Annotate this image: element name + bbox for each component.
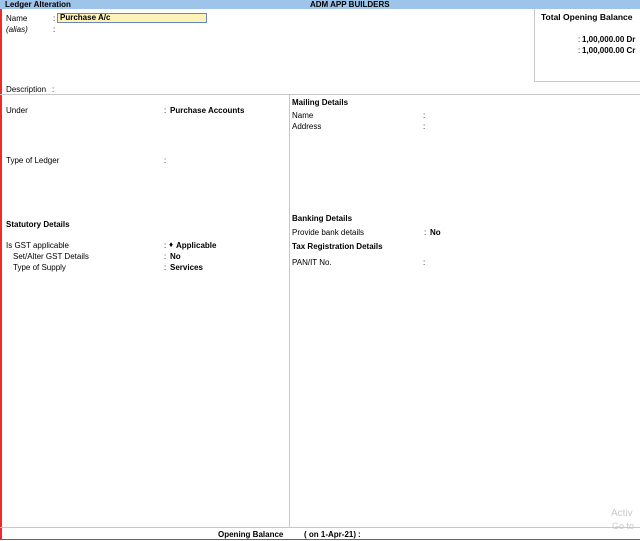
- set-alter-gst-colon: :: [164, 252, 167, 261]
- mailing-name-colon: :: [423, 111, 426, 120]
- pan-field[interactable]: [430, 257, 630, 267]
- opening-cr-colon: :: [578, 46, 581, 55]
- gst-applicable-label: Is GST applicable: [6, 241, 69, 250]
- type-of-supply-label: Type of Supply: [13, 263, 66, 272]
- type-of-supply-colon: :: [164, 263, 167, 272]
- footer-opening-balance-colon: :: [358, 530, 361, 539]
- title-bar: Ledger Alteration ADM APP BUILDERS: [0, 0, 640, 9]
- address-colon: :: [423, 122, 426, 131]
- type-of-ledger-field[interactable]: [170, 155, 280, 165]
- opening-cr-value: 1,00,000.00 Cr: [582, 46, 636, 55]
- provide-bank-details-value[interactable]: No: [430, 228, 441, 237]
- under-label: Under: [6, 106, 28, 115]
- name-colon: :: [53, 14, 56, 23]
- opening-dr-colon: :: [578, 35, 581, 44]
- activation-watermark-line1: Activ: [611, 508, 633, 519]
- total-opening-balance-title: Total Opening Balance: [541, 12, 633, 22]
- address-field[interactable]: [430, 121, 630, 131]
- description-label: Description: [6, 85, 47, 94]
- banking-details-title: Banking Details: [292, 214, 353, 223]
- pan-colon: :: [423, 258, 426, 267]
- alias-field[interactable]: [58, 24, 208, 34]
- name-label: Name: [6, 14, 28, 23]
- pan-label: PAN/IT No.: [292, 258, 332, 267]
- under-value[interactable]: Purchase Accounts: [170, 106, 244, 115]
- type-of-ledger-label: Type of Ledger: [6, 156, 60, 165]
- diamond-bullet-icon: ♦: [169, 240, 174, 249]
- set-alter-gst-label: Set/Alter GST Details: [13, 252, 89, 261]
- header-divider: [0, 94, 640, 95]
- alias-colon: :: [53, 25, 56, 34]
- provide-bank-details-label: Provide bank details: [292, 228, 365, 237]
- under-colon: :: [164, 106, 167, 115]
- opening-dr-value: 1,00,000.00 Dr: [582, 35, 636, 44]
- description-field[interactable]: [58, 84, 258, 94]
- gst-applicable-colon: :: [164, 241, 167, 250]
- footer-opening-balance-label: Opening Balance: [218, 530, 284, 539]
- company-name: ADM APP BUILDERS: [310, 0, 390, 9]
- address-label: Address: [292, 122, 322, 131]
- mailing-name-field[interactable]: [430, 110, 630, 120]
- tax-registration-title: Tax Registration Details: [292, 242, 383, 251]
- mailing-name-label: Name: [292, 111, 314, 120]
- type-of-ledger-colon: :: [164, 156, 167, 165]
- set-alter-gst-value[interactable]: No: [170, 252, 181, 261]
- footer-bar: Opening Balance ( on 1-Apr-21) :: [0, 527, 640, 541]
- alias-label: (alias): [6, 25, 28, 34]
- gst-applicable-value[interactable]: Applicable: [176, 241, 216, 250]
- opening-balance-field[interactable]: [366, 529, 466, 539]
- ledger-name-value: Purchase A/c: [60, 13, 111, 22]
- footer-opening-balance-date: ( on 1-Apr-21): [304, 530, 356, 539]
- description-colon: :: [52, 85, 55, 94]
- type-of-supply-value[interactable]: Services: [170, 263, 203, 272]
- column-divider: [289, 94, 290, 527]
- screen-title: Ledger Alteration: [5, 0, 71, 9]
- mailing-details-title: Mailing Details: [292, 98, 349, 107]
- ledger-name-field[interactable]: Purchase A/c: [57, 13, 207, 23]
- statutory-details-title: Statutory Details: [6, 220, 70, 229]
- provide-bank-details-colon: :: [424, 228, 427, 237]
